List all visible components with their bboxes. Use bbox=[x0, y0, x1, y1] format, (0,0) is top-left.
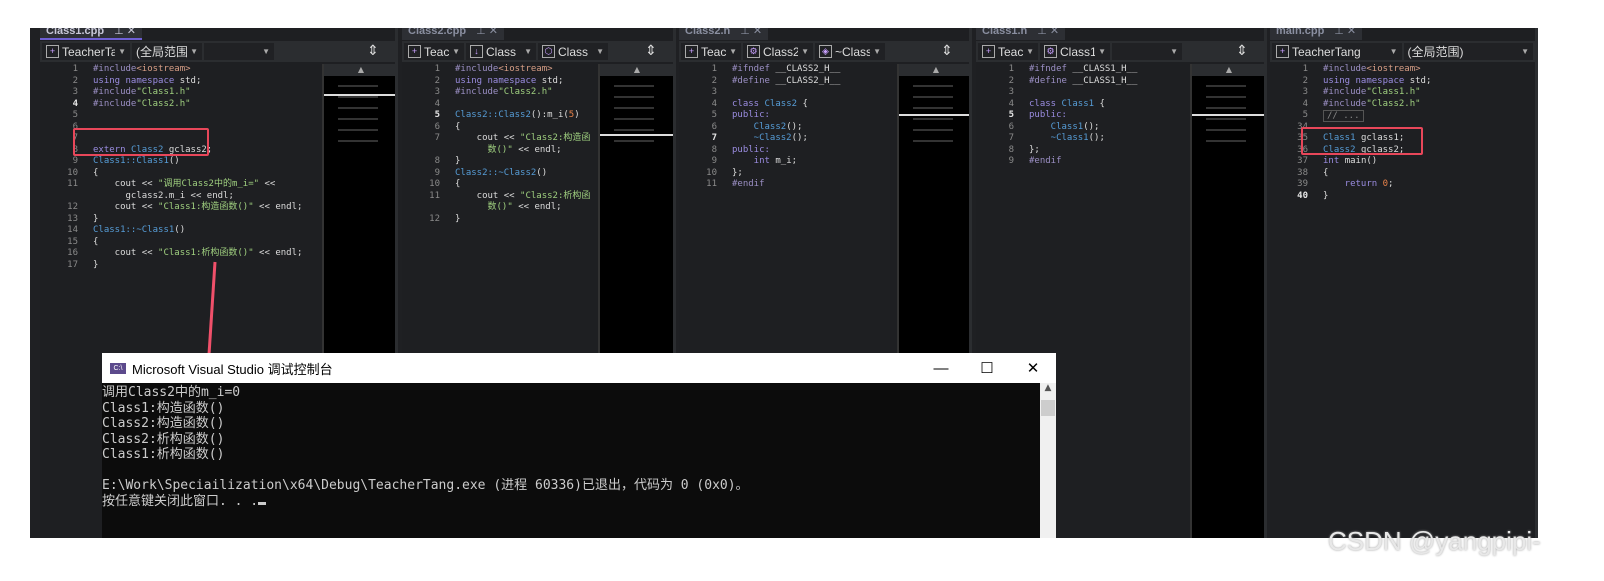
scroll-thumb[interactable] bbox=[1041, 400, 1055, 416]
maximize-button[interactable]: ☐ bbox=[964, 359, 1010, 377]
console-line: Class2:析构函数() bbox=[102, 431, 225, 447]
debug-console-window[interactable]: C:\ Microsoft Visual Studio 调试控制台 — ☐ ✕ … bbox=[102, 353, 1056, 538]
close-button[interactable]: ✕ bbox=[1010, 359, 1056, 377]
console-line: Class1:构造函数() bbox=[102, 400, 225, 416]
console-line: 调用Class2中的m_i=0 bbox=[102, 385, 241, 400]
console-line: Class1:析构函数() bbox=[102, 447, 225, 462]
text-cursor bbox=[258, 501, 267, 505]
console-title: Microsoft Visual Studio 调试控制台 bbox=[132, 361, 333, 377]
console-line: E:\Work\Speciailization\x64\Debug\Teache… bbox=[102, 478, 749, 493]
console-scrollbar[interactable]: ▲ bbox=[1040, 383, 1056, 538]
highlight-box-globals bbox=[1301, 127, 1423, 155]
watermark: CSDN @yangpipi- bbox=[1328, 526, 1541, 556]
console-line: Class2:构造函数() bbox=[102, 416, 225, 431]
console-line: 按任意键关闭此窗口. . . bbox=[102, 494, 1040, 510]
console-title-bar[interactable]: C:\ Microsoft Visual Studio 调试控制台 — ☐ ✕ bbox=[102, 353, 1056, 383]
console-output: 调用Class2中的m_i=0 Class1:构造函数() Class2:构造函数(… bbox=[102, 383, 1040, 538]
console-app-icon: C:\ bbox=[110, 362, 126, 374]
minimize-button[interactable]: — bbox=[918, 360, 964, 377]
scroll-up-icon[interactable]: ▲ bbox=[1040, 383, 1056, 393]
highlight-box-extern bbox=[73, 128, 209, 156]
